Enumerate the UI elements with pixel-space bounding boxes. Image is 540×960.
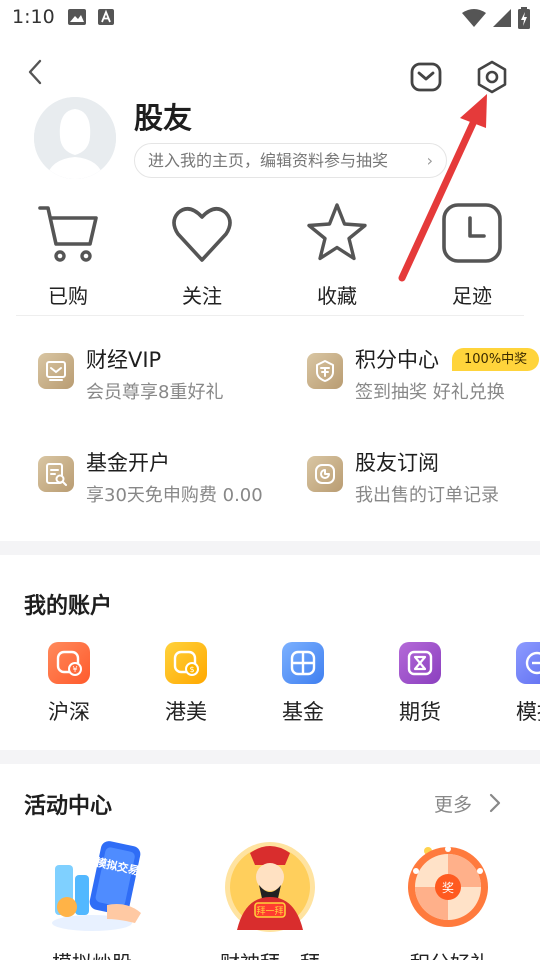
battery-charging-icon: [518, 7, 530, 29]
service-title: 积分中心: [355, 348, 439, 372]
simulation-icon: [516, 642, 540, 684]
service-subtitle: 享30天免申购费 0.00: [86, 485, 263, 506]
prize-wheel-illustration: 奖: [408, 846, 488, 927]
account-hk-us[interactable]: $ 港美: [136, 642, 236, 726]
svg-text:$: $: [189, 665, 194, 674]
settings-button[interactable]: [474, 59, 510, 95]
more-link[interactable]: 更多: [434, 790, 472, 817]
divider: [16, 315, 524, 316]
chevron-right-icon[interactable]: [488, 792, 502, 814]
points-icon: [307, 353, 343, 389]
illustration-caption: 奖: [442, 881, 454, 895]
activity-fortune-god[interactable]: 拜一拜 财神拜一拜: [200, 835, 340, 960]
account-label: 期货: [399, 700, 441, 724]
quick-link-purchased[interactable]: 已购: [18, 200, 118, 310]
service-subtitle: 我出售的订单记录: [355, 485, 499, 506]
quick-link-following[interactable]: 关注: [152, 200, 252, 310]
back-chevron-icon: [28, 59, 42, 85]
hk-us-market-icon: $: [165, 642, 207, 684]
vip-icon: [38, 353, 74, 389]
fortune-god-illustration: 拜一拜: [225, 842, 315, 932]
service-subscription[interactable]: 股友订阅 我出售的订单记录: [307, 447, 540, 517]
annotation-arrow: [398, 94, 487, 282]
username[interactable]: 股友: [134, 95, 192, 137]
heart-icon: [172, 207, 232, 262]
activities-section-title: 活动中心: [24, 794, 113, 819]
prize-badge: 100%中奖: [452, 348, 540, 371]
default-avatar-icon: [34, 97, 116, 179]
section-separator: [0, 750, 540, 764]
subscription-icon: [307, 456, 343, 492]
account-label: 港美: [165, 700, 207, 724]
mail-icon: [410, 62, 442, 92]
account-label: 基金: [282, 700, 324, 724]
fund-icon: [282, 642, 324, 684]
status-bar: 1:10: [0, 0, 540, 36]
activity-points-gifts[interactable]: 奖 积分好礼: [380, 835, 520, 960]
activity-label: 财神拜一拜: [200, 947, 340, 960]
service-title: 财经VIP: [86, 348, 162, 372]
a-notification-icon: [98, 9, 114, 25]
cart-icon: [38, 206, 98, 262]
account-fund[interactable]: 基金: [253, 642, 353, 726]
message-button[interactable]: [409, 60, 443, 94]
status-time: 1:10: [12, 6, 55, 28]
section-separator: [0, 541, 540, 555]
service-title: 股友订阅: [355, 451, 439, 475]
activity-label: 积分好礼: [380, 947, 520, 960]
star-icon: [307, 203, 367, 261]
service-title: 基金开户: [86, 451, 170, 475]
fund-account-icon: [38, 456, 74, 492]
activity-simulated-trading[interactable]: 模拟交易 模拟炒股: [22, 835, 162, 960]
quick-link-label: 关注: [182, 284, 222, 308]
avatar[interactable]: [34, 97, 116, 179]
account-hs[interactable]: ¥ 沪深: [19, 642, 119, 726]
service-subtitle: 会员尊享8重好礼: [86, 382, 224, 403]
account-label: 模拟: [516, 700, 540, 724]
account-simulation[interactable]: 模拟: [487, 642, 540, 726]
futures-icon: [399, 642, 441, 684]
quick-link-label: 已购: [48, 284, 88, 308]
hs-market-icon: ¥: [48, 642, 90, 684]
phone-trading-illustration: 模拟交易: [52, 841, 141, 931]
accounts-section-title: 我的账户: [24, 594, 113, 619]
service-subtitle: 签到抽奖 好礼兑换: [355, 382, 505, 403]
account-label: 沪深: [48, 700, 90, 724]
back-button[interactable]: [24, 58, 48, 86]
gear-icon: [477, 60, 507, 94]
svg-text:¥: ¥: [72, 665, 77, 674]
service-vip[interactable]: 财经VIP 会员尊享8重好礼: [38, 344, 278, 414]
illustration-caption: 拜一拜: [256, 906, 283, 917]
signal-icon: [493, 9, 511, 27]
activity-label: 模拟炒股: [22, 947, 162, 960]
gallery-notification-icon: [68, 9, 86, 25]
account-futures[interactable]: 期货: [370, 642, 470, 726]
wifi-icon: [462, 9, 486, 27]
profile-link-text: 进入我的主页，编辑资料参与抽奖: [148, 151, 389, 170]
quick-link-favorites[interactable]: 收藏: [287, 200, 387, 310]
quick-link-label: 收藏: [317, 284, 357, 308]
service-fund-account[interactable]: 基金开户 享30天免申购费 0.00: [38, 447, 278, 517]
